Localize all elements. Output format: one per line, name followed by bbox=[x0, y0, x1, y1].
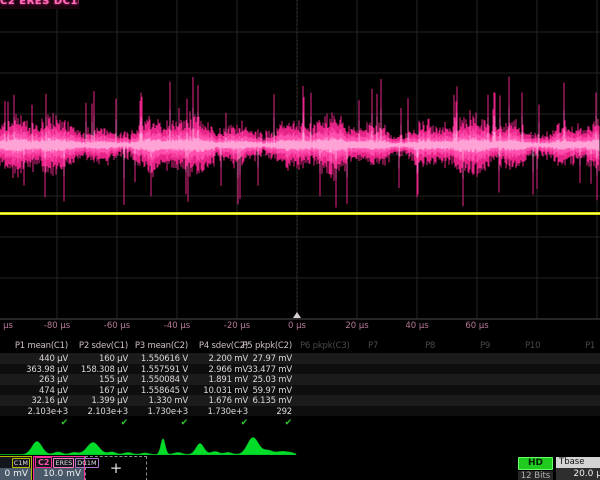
c2-eres-badge: ERES bbox=[53, 458, 74, 468]
channel-c2-descriptor[interactable]: C2 ERES DC1M 10.0 mV bbox=[33, 456, 85, 480]
param-value: 2.103e+3 bbox=[28, 407, 69, 417]
oscilloscope-screen: C2 ERES DC1M -100 µs -80 µs -60 µs -40 µs -2… bbox=[0, 0, 600, 480]
time-axis-tick-label: 40 µs bbox=[405, 321, 428, 331]
param-header-disabled: P1 bbox=[585, 341, 595, 351]
param-value: 2.200 mV bbox=[208, 354, 248, 364]
param-value: 1.730e+3 bbox=[148, 407, 189, 417]
param-value: 1.550084 V bbox=[141, 375, 188, 385]
param-value: 263 µV bbox=[39, 375, 68, 385]
param-header-4[interactable]: P4 sdev(C2) bbox=[199, 341, 248, 351]
param-header-disabled: P7 bbox=[368, 341, 378, 351]
timebase-label: Tbase bbox=[556, 457, 600, 468]
param-status-check-icon: ✔ bbox=[181, 418, 188, 428]
time-axis-tick-label: -100 µs bbox=[0, 321, 13, 331]
param-value: 160 µV bbox=[99, 354, 128, 364]
param-value: 363.98 µV bbox=[26, 365, 68, 375]
param-header-2[interactable]: P2 sdev(C1) bbox=[79, 341, 128, 351]
param-value: 1.558645 V bbox=[141, 386, 188, 396]
time-axis-tick-label: -20 µs bbox=[224, 321, 250, 331]
param-value: 1.557591 V bbox=[141, 365, 188, 375]
param-value: 2.966 mV bbox=[208, 365, 248, 375]
param-status-check-icon: ✔ bbox=[61, 418, 68, 428]
param-header-disabled: P8 bbox=[425, 341, 435, 351]
param-value: 292 bbox=[276, 407, 292, 417]
param-value: 32.16 µV bbox=[31, 396, 68, 406]
c2-channel-badge: C2 bbox=[35, 457, 52, 468]
param-header-disabled: P6 pkpk(C3) bbox=[300, 341, 350, 351]
time-axis-tick-label: -60 µs bbox=[104, 321, 130, 331]
param-header-5[interactable]: P5 pkpk(C2) bbox=[242, 341, 292, 351]
param-value: 27.97 mV bbox=[252, 354, 292, 364]
time-axis-tick-label: 20 µs bbox=[345, 321, 368, 331]
param-value: 59.97 mV bbox=[252, 386, 292, 396]
param-value: 10.031 mV bbox=[203, 386, 248, 396]
c1-vertical-scale: 0 mV bbox=[0, 468, 31, 480]
param-value: 33.477 mV bbox=[247, 365, 292, 375]
clipped-trace-annotation-text: C2 ERES DC1M bbox=[0, 0, 79, 7]
table-row bbox=[0, 374, 600, 385]
timebase-descriptor[interactable]: Tbase 20.0 µ bbox=[556, 457, 600, 480]
param-value: 25.03 mV bbox=[252, 375, 292, 385]
plus-icon: + bbox=[110, 459, 123, 477]
measurement-table[interactable]: P1 mean(C1) 440 µV363.98 µV263 µV474 µV32… bbox=[0, 339, 600, 432]
clipped-trace-annotation: C2 ERES DC1M bbox=[0, 0, 79, 9]
param-status-check-icon: ✔ bbox=[241, 418, 248, 428]
param-value: 1.891 mV bbox=[208, 375, 248, 385]
param-value: 2.103e+3 bbox=[88, 407, 129, 417]
hd-badge: HD bbox=[518, 457, 553, 470]
table-row bbox=[0, 395, 600, 406]
time-axis-tick-label: 60 µs bbox=[465, 321, 488, 331]
param-value: 440 µV bbox=[39, 354, 68, 364]
param-status-check-icon: ✔ bbox=[285, 418, 292, 428]
add-trace-button[interactable]: + bbox=[85, 456, 147, 480]
param-value: 1.730e+3 bbox=[208, 407, 249, 417]
param-value: 1.330 mV bbox=[148, 396, 188, 406]
param-value: 1.676 mV bbox=[208, 396, 248, 406]
param-header-3[interactable]: P3 mean(C2) bbox=[135, 341, 188, 351]
c2-vertical-scale: 10.0 mV bbox=[34, 468, 84, 480]
param-value: 167 µV bbox=[99, 386, 128, 396]
timebase-value: 20.0 µ bbox=[556, 468, 600, 480]
param-value: 155 µV bbox=[99, 375, 128, 385]
table-row bbox=[0, 353, 600, 364]
param-value: 1.550616 V bbox=[141, 354, 188, 364]
param-value: 1.399 µV bbox=[91, 396, 128, 406]
param-value: 158.308 µV bbox=[81, 365, 128, 375]
param-value: 6.135 mV bbox=[252, 396, 292, 406]
hd-mode-indicator[interactable]: HD 12 Bits bbox=[518, 457, 553, 480]
time-axis-tick-label: 0 µs bbox=[288, 321, 306, 331]
measurement-histogram bbox=[0, 437, 296, 455]
channel-c1-descriptor[interactable]: C1M 0 mV bbox=[0, 456, 32, 480]
trigger-position-icon[interactable] bbox=[293, 312, 301, 318]
table-row bbox=[0, 385, 600, 396]
param-header-disabled: P10 bbox=[525, 341, 540, 351]
param-value: 474 µV bbox=[39, 386, 68, 396]
c1-coupling-badge: C1M bbox=[12, 458, 30, 468]
param-header-1[interactable]: P1 mean(C1) bbox=[15, 341, 68, 351]
hd-bits-label: 12 Bits bbox=[518, 471, 553, 480]
time-axis-tick-label: -80 µs bbox=[44, 321, 70, 331]
time-axis-tick-label: -40 µs bbox=[164, 321, 190, 331]
param-header-disabled: P9 bbox=[480, 341, 490, 351]
status-bar: C1M 0 mV C2 ERES DC1M 10.0 mV + HD 12 Bi… bbox=[0, 455, 600, 480]
param-status-check-icon: ✔ bbox=[121, 418, 128, 428]
